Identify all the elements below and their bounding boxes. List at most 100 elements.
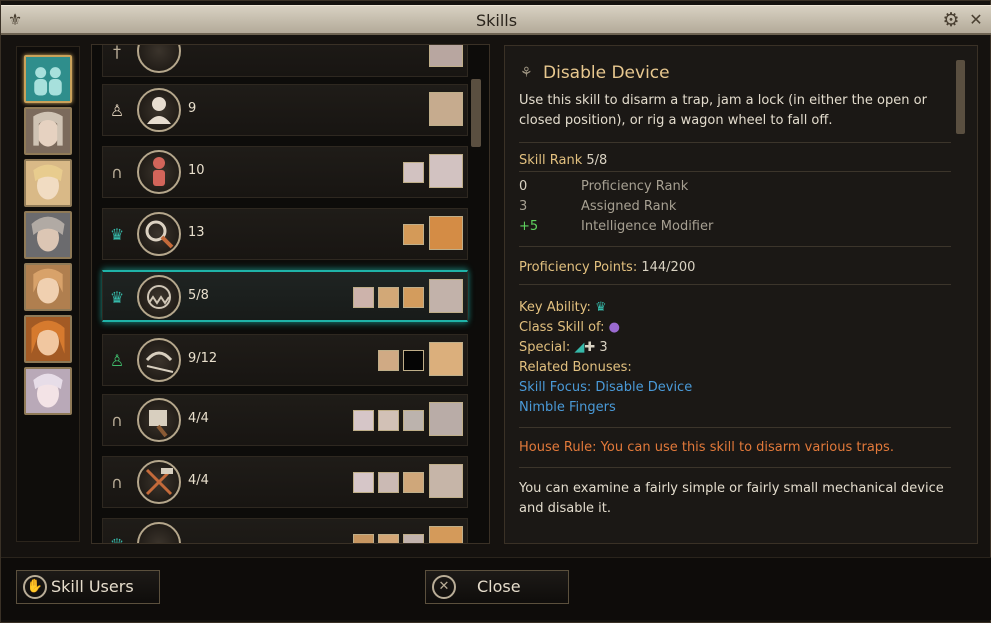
- intelligence-icon: ♛: [595, 300, 607, 315]
- crown-icon: ♛: [109, 288, 125, 307]
- character-portrait-icon: [403, 287, 424, 308]
- party-portrait-3[interactable]: [24, 211, 72, 259]
- skill-rank-value: 5/8: [586, 153, 608, 168]
- skill-rank: 5/8: [188, 288, 209, 303]
- skill-category-icon: ⚘: [520, 65, 533, 81]
- character-portrait-icon: [353, 287, 374, 308]
- horseshoe-icon: ∩: [111, 411, 123, 430]
- hand-icon: ✋: [23, 575, 47, 599]
- skill-row[interactable]: ∩ 4/4: [102, 456, 468, 508]
- related-bonuses-label: Related Bonuses:: [519, 360, 632, 375]
- skill-users-button[interactable]: ✋ Skill Users: [16, 570, 160, 604]
- party-portrait-4[interactable]: [24, 263, 72, 311]
- skill-row[interactable]: †: [102, 44, 468, 77]
- character-portrait-icon: [378, 472, 399, 493]
- skill-row[interactable]: ∩ 10: [102, 146, 468, 198]
- horseshoe-icon: ∩: [111, 163, 123, 182]
- skill-rank: 9/12: [188, 351, 218, 366]
- proficiency-points-value: 144/200: [641, 260, 696, 275]
- figure-icon: ♙: [109, 101, 125, 120]
- skill-emblem-icon: [137, 275, 181, 319]
- skill-row[interactable]: ♛ 13: [102, 208, 468, 260]
- key-ability-row: Key Ability: ♛: [519, 298, 607, 318]
- character-portrait-icon: [378, 350, 399, 371]
- close-window-icon[interactable]: ✕: [966, 9, 986, 31]
- related-bonus-link[interactable]: Skill Focus: Disable Device: [519, 378, 692, 398]
- crown-icon: ♛: [106, 532, 128, 543]
- party-portrait-1[interactable]: [24, 107, 72, 155]
- character-portrait-icon: [403, 162, 424, 183]
- character-portrait-icon: [353, 534, 374, 543]
- character-portrait-icon: [429, 342, 463, 376]
- divider: [519, 171, 951, 172]
- class-skill-row: Class Skill of: ●: [519, 318, 620, 338]
- skill-title: Disable Device: [543, 63, 670, 83]
- close-circle-icon: ✕: [432, 575, 456, 599]
- skill-rank: 13: [188, 225, 205, 240]
- character-portrait-icon: [403, 224, 424, 245]
- skill-rank: 10: [188, 163, 205, 178]
- skill-emblem-icon: [137, 212, 181, 256]
- settings-gear-icon[interactable]: ⚙: [940, 9, 962, 31]
- skill-row[interactable]: ♙ 9: [102, 84, 468, 136]
- skill-description: Use this skill to disarm a trap, jam a l…: [519, 93, 927, 128]
- character-portrait-icon: [403, 472, 424, 493]
- skill-row[interactable]: ♛: [102, 518, 468, 543]
- divider: [519, 284, 951, 285]
- skill-row[interactable]: ∩ 4/4: [102, 394, 468, 446]
- character-portrait-icon: [378, 287, 399, 308]
- skill-users-label: Skill Users: [51, 577, 134, 596]
- party-icon: [26, 57, 70, 101]
- sword-icon: †: [113, 44, 121, 61]
- character-portrait-icon: [378, 410, 399, 431]
- figure-icon: ♙: [109, 351, 125, 370]
- character-portrait-icon: [429, 526, 463, 543]
- breakdown-value: 3: [519, 199, 528, 214]
- skill-list-scrollbar[interactable]: [471, 79, 481, 147]
- elf-portrait-icon: [26, 369, 70, 413]
- breakdown-label: Proficiency Rank: [581, 179, 689, 194]
- key-ability-label: Key Ability:: [519, 300, 591, 315]
- plus-icon: ✚: [584, 340, 596, 355]
- divider: [519, 427, 951, 428]
- crown-icon: ♛: [109, 225, 125, 244]
- elf-portrait-icon: [26, 109, 70, 153]
- special-value: 3: [599, 340, 608, 355]
- skill-emblem-icon: [137, 460, 181, 504]
- extra-description: You can examine a fairly simple or fairl…: [519, 481, 944, 516]
- special-row: Special: ◢✚ 3: [519, 338, 608, 358]
- breakdown-label: Assigned Rank: [581, 199, 677, 214]
- skill-list[interactable]: † ♙ 9 ∩ 10 ♛ 13 ♛ 5/8 ♙ 9/12 ∩ 4/4 ∩ 4/4: [91, 44, 490, 544]
- title-bar: ⚜ Skills ⚙ ✕: [1, 5, 991, 35]
- character-portrait-icon: [403, 410, 424, 431]
- related-bonus-link[interactable]: Nimble Fingers: [519, 398, 616, 418]
- skill-emblem-icon: [137, 45, 181, 73]
- character-portrait-icon: [429, 216, 463, 250]
- character-portrait-icon: [429, 279, 463, 313]
- skill-row-selected[interactable]: ♛ 5/8: [102, 270, 468, 322]
- elf-portrait-icon: [26, 317, 70, 361]
- skill-rank-row: Skill Rank 5/8: [519, 151, 607, 171]
- party-portrait-5[interactable]: [24, 315, 72, 363]
- proficiency-points-label: Proficiency Points:: [519, 260, 638, 275]
- character-portrait-icon: [378, 534, 399, 543]
- party-portrait-all[interactable]: [24, 55, 72, 103]
- close-button[interactable]: ✕ Close: [425, 570, 569, 604]
- elf-portrait-icon: [26, 161, 70, 205]
- skill-row[interactable]: ♙ 9/12: [102, 334, 468, 386]
- special-icon: ◢: [574, 340, 585, 355]
- party-portrait-2[interactable]: [24, 159, 72, 207]
- special-label: Special:: [519, 340, 571, 355]
- close-label: Close: [477, 577, 521, 596]
- party-portrait-6[interactable]: [24, 367, 72, 415]
- skill-emblem-icon: [137, 150, 181, 194]
- character-portrait-icon: [353, 472, 374, 493]
- skill-rank: 4/4: [188, 473, 209, 488]
- class-skill-label: Class Skill of:: [519, 320, 605, 335]
- divider: [519, 467, 951, 468]
- detail-scrollbar[interactable]: [956, 60, 965, 134]
- character-portrait-icon: [353, 410, 374, 431]
- breakdown-label: Intelligence Modifier: [581, 219, 714, 234]
- skill-rank-label: Skill Rank: [519, 153, 583, 168]
- skill-emblem-icon: [137, 398, 181, 442]
